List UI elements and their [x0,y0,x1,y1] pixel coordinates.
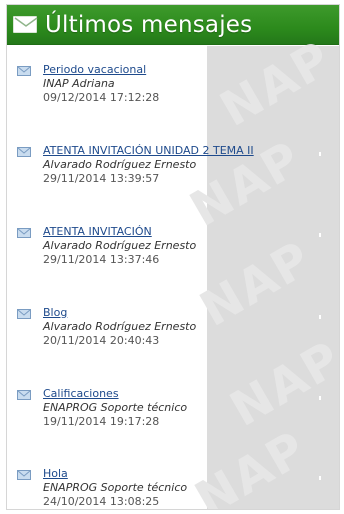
envelope-icon [17,228,31,238]
message-item[interactable]: Blog Alvarado Rodríguez Ernesto 20/11/20… [7,296,337,356]
message-date: 24/10/2014 13:08:25 [43,495,160,508]
message-sender: INAP Adriana [43,77,115,90]
message-date: 09/12/2014 17:12:28 [43,91,160,104]
block-title: Últimos mensajes [45,11,253,38]
message-date: 29/11/2014 13:39:57 [43,172,160,185]
message-item[interactable]: Hola ENAPROG Soporte técnico 24/10/2014 … [7,457,337,509]
message-sender: ENAPROG Soporte técnico [43,401,188,414]
message-item[interactable]: Calificaciones ENAPROG Soporte técnico 1… [7,377,337,437]
envelope-icon [17,309,31,319]
message-subject-link[interactable]: Hola [43,467,68,480]
message-item[interactable]: Periodo vacacional INAP Adriana 09/12/20… [7,53,337,113]
messages-block: Últimos mensajes NAP NAP NAP NAP NAP Per… [6,4,340,510]
message-subject-link[interactable]: Periodo vacacional [43,63,146,76]
message-date: 20/11/2014 20:40:43 [43,334,160,347]
message-sender: Alvarado Rodríguez Ernesto [43,239,197,252]
message-date: 19/11/2014 19:17:28 [43,415,160,428]
message-subject-link[interactable]: ATENTA INVITACIÓN UNIDAD 2 TEMA II [43,144,254,157]
message-item[interactable]: ATENTA INVITACIÓN Alvarado Rodríguez Ern… [7,215,337,275]
message-subject-link[interactable]: Calificaciones [43,387,119,400]
envelope-icon [17,66,31,76]
message-sender: Alvarado Rodríguez Ernesto [43,158,197,171]
message-subject-link[interactable]: Blog [43,306,67,319]
message-sender: Alvarado Rodríguez Ernesto [43,320,197,333]
background-panel: NAP NAP NAP NAP NAP [181,30,339,509]
message-item[interactable]: ATENTA INVITACIÓN UNIDAD 2 TEMA II Alvar… [7,134,337,194]
envelope-icon [13,16,38,33]
envelope-icon [17,470,31,480]
envelope-icon [17,390,31,400]
message-subject-link[interactable]: ATENTA INVITACIÓN [43,225,152,238]
block-header: Últimos mensajes [7,5,339,45]
message-date: 29/11/2014 13:37:46 [43,253,160,266]
message-sender: ENAPROG Soporte técnico [43,481,188,494]
envelope-icon [17,147,31,157]
